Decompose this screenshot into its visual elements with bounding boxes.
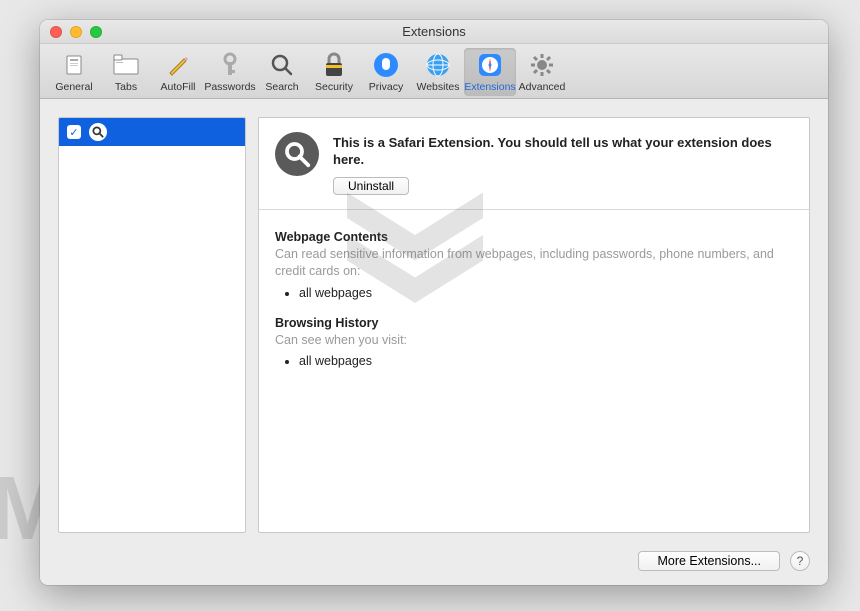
permissions-section: Webpage Contents Can read sensitive info… (259, 210, 809, 405)
extensions-icon (476, 51, 504, 79)
toolbar-label: Tabs (115, 81, 137, 93)
preferences-window: Extensions General Tabs AutoFill Passwor… (40, 20, 828, 585)
passwords-icon (216, 51, 244, 79)
permission-heading: Browsing History (275, 316, 793, 330)
maximize-button[interactable] (90, 26, 102, 38)
traffic-lights (50, 26, 102, 38)
uninstall-button[interactable]: Uninstall (333, 177, 409, 195)
toolbar-websites[interactable]: Websites (412, 48, 464, 96)
permission-description: Can read sensitive information from webp… (275, 246, 793, 280)
toolbar-security[interactable]: Security (308, 48, 360, 96)
toolbar-label: AutoFill (160, 81, 195, 93)
extension-detail: This is a Safari Extension. You should t… (258, 117, 810, 533)
permission-item: all webpages (299, 286, 793, 300)
toolbar-label: Security (315, 81, 353, 93)
toolbar-search[interactable]: Search (256, 48, 308, 96)
extensions-list: ✓ (58, 117, 246, 533)
footer-bar: More Extensions... ? (40, 543, 828, 585)
toolbar-passwords[interactable]: Passwords (204, 48, 256, 96)
advanced-icon (528, 51, 556, 79)
general-icon (60, 51, 88, 79)
content-area: ✓ This is a Safari Extension. You should… (40, 99, 828, 543)
preferences-toolbar: General Tabs AutoFill Passwords Search (40, 44, 828, 99)
more-extensions-button[interactable]: More Extensions... (638, 551, 780, 571)
toolbar-label: Advanced (519, 81, 566, 93)
toolbar-extensions[interactable]: Extensions (464, 48, 516, 96)
permission-item: all webpages (299, 354, 793, 368)
toolbar-label: Extensions (464, 81, 515, 93)
toolbar-advanced[interactable]: Advanced (516, 48, 568, 96)
privacy-icon (372, 51, 400, 79)
toolbar-general[interactable]: General (48, 48, 100, 96)
toolbar-label: Passwords (204, 81, 255, 93)
toolbar-privacy[interactable]: Privacy (360, 48, 412, 96)
tabs-icon (112, 51, 140, 79)
toolbar-label: Websites (417, 81, 460, 93)
extension-icon (89, 123, 107, 141)
window-title: Extensions (50, 24, 818, 39)
autofill-icon (164, 51, 192, 79)
extension-large-icon (275, 132, 319, 176)
toolbar-label: Search (265, 81, 298, 93)
toolbar-label: General (55, 81, 92, 93)
help-button[interactable]: ? (790, 551, 810, 571)
extension-enable-checkbox[interactable]: ✓ (67, 125, 81, 139)
close-button[interactable] (50, 26, 62, 38)
toolbar-tabs[interactable]: Tabs (100, 48, 152, 96)
toolbar-autofill[interactable]: AutoFill (152, 48, 204, 96)
security-icon (320, 51, 348, 79)
titlebar: Extensions (40, 20, 828, 44)
toolbar-label: Privacy (369, 81, 403, 93)
detail-header: This is a Safari Extension. You should t… (259, 118, 809, 210)
extension-row-selected[interactable]: ✓ (59, 118, 245, 146)
extension-description: This is a Safari Extension. You should t… (333, 135, 793, 169)
search-icon (268, 51, 296, 79)
permission-heading: Webpage Contents (275, 230, 793, 244)
minimize-button[interactable] (70, 26, 82, 38)
websites-icon (424, 51, 452, 79)
permission-description: Can see when you visit: (275, 332, 793, 349)
